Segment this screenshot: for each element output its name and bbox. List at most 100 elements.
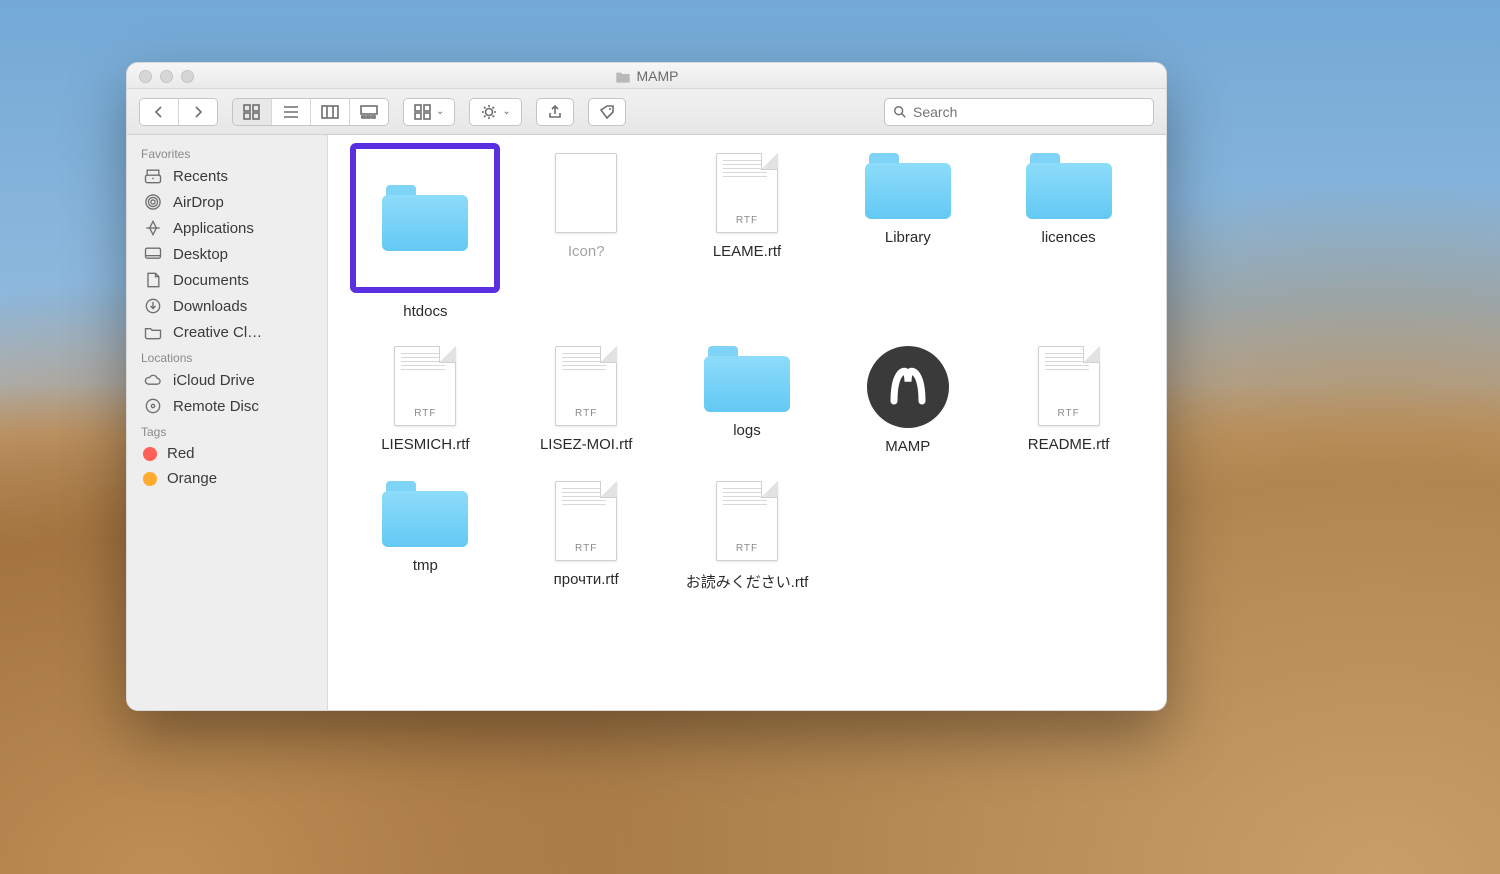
titlebar[interactable]: MAMP <box>127 63 1166 89</box>
tag-dot-icon <box>143 472 157 486</box>
search-icon <box>893 105 907 119</box>
file-item[interactable]: RTFLEAME.rtf <box>672 153 823 320</box>
downloads-icon <box>143 297 163 315</box>
rtf-file-icon: RTF <box>716 153 778 233</box>
sidebar-item-label: Applications <box>173 220 254 237</box>
file-name: logs <box>733 422 761 439</box>
file-name: お読みください.rtf <box>686 571 809 592</box>
zoom-button[interactable] <box>181 70 194 83</box>
file-icon-wrap: RTF <box>999 346 1139 426</box>
file-icon-wrap: RTF <box>355 346 495 426</box>
sidebar-section-locations: Locations <box>127 345 327 367</box>
file-name: licences <box>1041 229 1095 246</box>
sidebar-item-label: Downloads <box>173 298 247 315</box>
window-body: Favorites Recents AirDrop Applications D… <box>127 135 1166 710</box>
file-icon-wrap: RTF <box>677 481 817 561</box>
folder-icon <box>382 185 468 251</box>
sidebar-item-tag-orange[interactable]: Orange <box>127 466 327 491</box>
sidebar-item-airdrop[interactable]: AirDrop <box>127 189 327 215</box>
chevron-down-icon: ⌄ <box>502 106 510 117</box>
column-view-button[interactable] <box>310 99 349 125</box>
folder-icon <box>1026 153 1112 219</box>
file-icon-wrap <box>999 153 1139 219</box>
chevron-down-icon: ⌄ <box>436 106 444 117</box>
sidebar-item-applications[interactable]: Applications <box>127 215 327 241</box>
sidebar-item-downloads[interactable]: Downloads <box>127 293 327 319</box>
file-grid: htdocs Icon? RTFLEAME.rtf Library licences RT… <box>350 153 1144 592</box>
close-button[interactable] <box>139 70 152 83</box>
file-name: tmp <box>413 557 438 574</box>
list-view-button[interactable] <box>271 99 310 125</box>
file-item[interactable]: Icon? <box>511 153 662 320</box>
search-field[interactable] <box>884 98 1154 126</box>
file-item[interactable]: licences <box>993 153 1144 320</box>
rtf-file-icon: RTF <box>555 481 617 561</box>
file-name: MAMP <box>885 438 930 455</box>
disc-icon <box>143 397 163 415</box>
toolbar: ⌄ ⌄ <box>127 89 1166 135</box>
mamp-app-icon <box>867 346 949 428</box>
desktop-icon <box>143 245 163 263</box>
sidebar-section-tags: Tags <box>127 419 327 441</box>
sidebar-item-documents[interactable]: Documents <box>127 267 327 293</box>
desktop-background: MAMP ⌄ ⌄ <box>0 0 1500 874</box>
gallery-view-button[interactable] <box>349 99 388 125</box>
rtf-file-icon: RTF <box>394 346 456 426</box>
folder-icon <box>865 153 951 219</box>
file-icon-wrap <box>355 481 495 547</box>
forward-button[interactable] <box>178 99 217 125</box>
file-item[interactable]: RTF LIESMICH.rtf <box>350 346 501 455</box>
file-item[interactable]: htdocs <box>350 153 501 320</box>
file-item[interactable]: RTF README.rtf <box>993 346 1144 455</box>
file-name: прочти.rtf <box>554 571 619 588</box>
sidebar-item-creative-cloud[interactable]: Creative Cl… <box>127 319 327 345</box>
file-icon-wrap <box>677 346 817 412</box>
search-input[interactable] <box>913 104 1145 120</box>
file-name: README.rtf <box>1028 436 1110 453</box>
sidebar: Favorites Recents AirDrop Applications D… <box>127 135 328 710</box>
group-by-button[interactable]: ⌄ <box>404 99 454 125</box>
sidebar-item-label: Documents <box>173 272 249 289</box>
file-item[interactable]: tmp <box>350 481 501 592</box>
folder-icon <box>382 481 468 547</box>
share-button[interactable] <box>536 98 574 126</box>
icon-view-button[interactable] <box>233 99 271 125</box>
file-item[interactable]: RTF LISEZ-MOI.rtf <box>511 346 662 455</box>
file-item[interactable]: MAMP <box>832 346 983 455</box>
nav-buttons <box>139 98 218 126</box>
file-name: LIESMICH.rtf <box>381 436 469 453</box>
recents-icon <box>143 167 163 185</box>
file-icon-wrap <box>838 346 978 428</box>
sidebar-item-desktop[interactable]: Desktop <box>127 241 327 267</box>
sidebar-item-recents[interactable]: Recents <box>127 163 327 189</box>
back-button[interactable] <box>140 99 178 125</box>
action-menu: ⌄ <box>469 98 521 126</box>
sidebar-section-favorites: Favorites <box>127 141 327 163</box>
action-button[interactable]: ⌄ <box>470 99 520 125</box>
window-title-text: MAMP <box>637 68 679 84</box>
file-name: LISEZ-MOI.rtf <box>540 436 633 453</box>
sidebar-item-tag-red[interactable]: Red <box>127 441 327 466</box>
blank-file-icon <box>555 153 617 233</box>
minimize-button[interactable] <box>160 70 173 83</box>
tag-dot-icon <box>143 447 157 461</box>
rtf-file-icon: RTF <box>1038 346 1100 426</box>
file-name: Icon? <box>568 243 605 260</box>
rtf-file-icon: RTF <box>716 481 778 561</box>
sidebar-item-label: AirDrop <box>173 194 224 211</box>
airdrop-icon <box>143 193 163 211</box>
content-area[interactable]: htdocs Icon? RTFLEAME.rtf Library licences RT… <box>328 135 1166 710</box>
file-item[interactable]: logs <box>672 346 823 455</box>
file-item[interactable]: RTF прочти.rtf <box>511 481 662 592</box>
finder-window: MAMP ⌄ ⌄ <box>126 62 1167 711</box>
tags-button[interactable] <box>588 98 626 126</box>
sidebar-item-remote-disc[interactable]: Remote Disc <box>127 393 327 419</box>
file-item[interactable]: RTF お読みください.rtf <box>672 481 823 592</box>
file-icon-wrap <box>838 153 978 219</box>
file-name: Library <box>885 229 931 246</box>
sidebar-item-label: Creative Cl… <box>173 324 262 341</box>
cloud-icon <box>143 371 163 389</box>
file-icon-wrap: RTF <box>516 346 656 426</box>
file-item[interactable]: Library <box>832 153 983 320</box>
sidebar-item-icloud[interactable]: iCloud Drive <box>127 367 327 393</box>
